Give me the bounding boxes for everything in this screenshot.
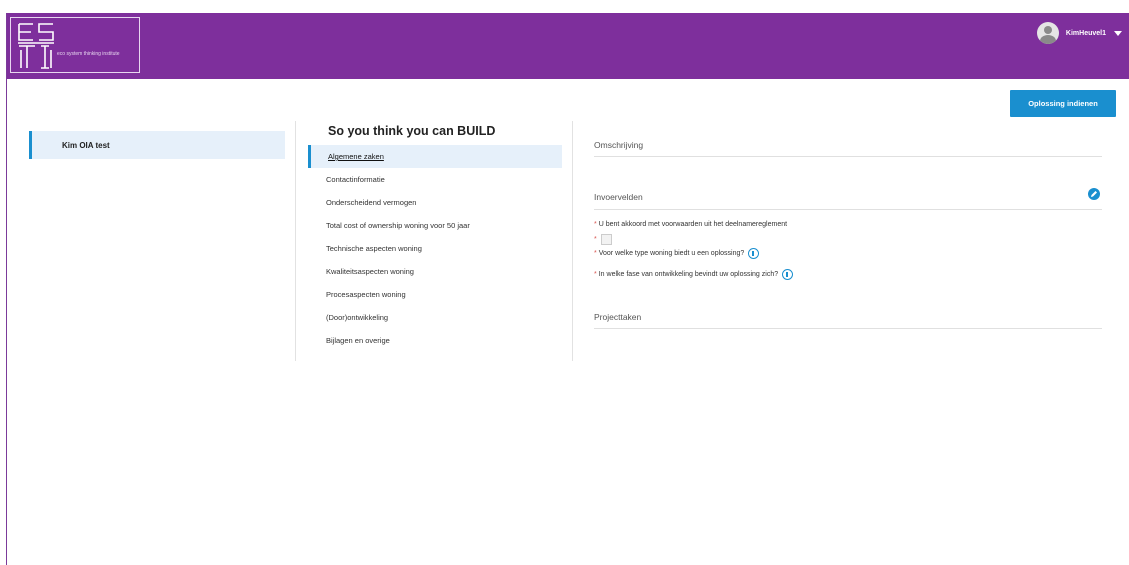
field-agreement-input: * — [594, 234, 612, 245]
esti-logo-icon — [18, 23, 54, 69]
edit-icon[interactable] — [1088, 188, 1100, 200]
user-name: KimHeuvel1 — [1065, 29, 1106, 37]
info-icon[interactable] — [782, 269, 794, 280]
esti-logo[interactable]: eco system thinking institute — [10, 17, 140, 73]
nav-item-doorontwikkeling[interactable]: (Door)ontwikkeling — [308, 306, 562, 329]
required-marker: * — [594, 250, 597, 257]
field-housing-type: * Voor welke type woning biedt u een opl… — [594, 248, 760, 259]
required-marker: * — [594, 236, 597, 243]
field-agreement: * U bent akkoord met voorwaarden uit het… — [594, 221, 787, 228]
tasks-title: Projecttaken — [594, 312, 642, 322]
description-section: Omschrijving — [594, 121, 1102, 157]
field-housing-type-label: Voor welke type woning biedt u een oplos… — [598, 250, 745, 257]
nav-item-kwaliteitsaspecten[interactable]: Kwaliteitsaspecten woning — [308, 260, 562, 283]
nav-item-contactinformatie[interactable]: Contactinformatie — [308, 168, 562, 191]
fields-section: Invoervelden — [594, 175, 1102, 210]
nav-item-onderscheidend-vermogen[interactable]: Onderscheidend vermogen — [308, 191, 562, 214]
avatar — [1036, 22, 1059, 44]
project-item-label: Kim OIA test — [62, 140, 110, 150]
required-marker: * — [594, 271, 597, 278]
user-menu[interactable]: KimHeuvel1 — [1036, 22, 1122, 44]
nav-list: Algemene zaken Contactinformatie Ondersc… — [308, 145, 562, 352]
nav-item-procesaspecten[interactable]: Procesaspecten woning — [308, 283, 562, 306]
nav-item-bijlagen[interactable]: Bijlagen en overige — [308, 329, 562, 352]
submit-solution-button[interactable]: Oplossing indienen — [1010, 90, 1116, 117]
field-development-phase: * In welke fase van ontwikkeling bevindt… — [594, 269, 794, 280]
field-agreement-label: U bent akkoord met voorwaarden uit het d… — [598, 221, 788, 228]
chevron-down-icon[interactable] — [1114, 30, 1122, 36]
required-marker: * — [594, 221, 597, 228]
tasks-section: Projecttaken — [594, 299, 1102, 329]
agreement-checkbox[interactable] — [600, 234, 612, 245]
app-frame: eco system thinking institute KimHeuvel1… — [6, 13, 1129, 565]
section-nav: So you think you can BUILD Algemene zake… — [295, 121, 573, 361]
nav-item-total-cost-of-ownership[interactable]: Total cost of ownership woning voor 50 j… — [308, 214, 562, 237]
info-icon[interactable] — [748, 248, 760, 259]
nav-item-algemene-zaken[interactable]: Algemene zaken — [308, 145, 562, 168]
field-development-phase-label: In welke fase van ontwikkeling bevindt u… — [598, 271, 779, 278]
nav-title: So you think you can BUILD — [328, 124, 496, 138]
fields-title: Invoervelden — [594, 192, 643, 202]
top-header: eco system thinking institute KimHeuvel1 — [7, 13, 1129, 79]
project-item[interactable]: Kim OIA test — [29, 131, 285, 159]
logo-subtitle: eco system thinking institute — [57, 51, 120, 57]
nav-item-technische-aspecten[interactable]: Technische aspecten woning — [308, 237, 562, 260]
description-title: Omschrijving — [594, 140, 644, 150]
